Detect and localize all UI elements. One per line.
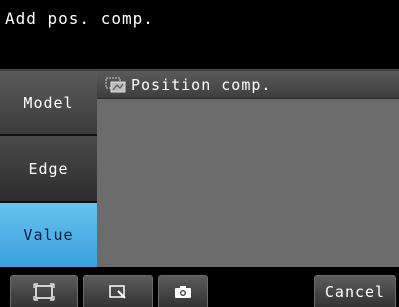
tab-model[interactable]: Model <box>0 71 97 136</box>
position-comp-icon <box>105 77 126 92</box>
panel-item-position-comp[interactable]: Position comp. <box>97 71 399 99</box>
cancel-button[interactable]: Cancel <box>314 275 396 307</box>
tab-model-label: Model <box>23 93 74 112</box>
item-panel: Position comp. <box>97 71 399 267</box>
camera-button[interactable] <box>158 275 208 307</box>
page-title: Add pos. comp. <box>5 9 154 28</box>
tab-edge-label: Edge <box>28 159 69 178</box>
tab-list: Model Edge Value <box>0 71 97 267</box>
title-bar: Add pos. comp. <box>0 0 399 70</box>
tab-edge[interactable]: Edge <box>0 136 97 203</box>
bottom-toolbar: Cancel <box>0 267 399 307</box>
zoom-button[interactable] <box>83 275 153 307</box>
zoom-icon <box>109 284 126 299</box>
panel-body <box>97 99 399 267</box>
frame-button[interactable] <box>10 275 78 307</box>
panel-item-label: Position comp. <box>131 75 272 94</box>
tab-value[interactable]: Value <box>0 203 97 267</box>
camera-icon <box>175 285 191 298</box>
tab-value-label: Value <box>23 226 74 244</box>
frame-icon <box>33 282 55 301</box>
